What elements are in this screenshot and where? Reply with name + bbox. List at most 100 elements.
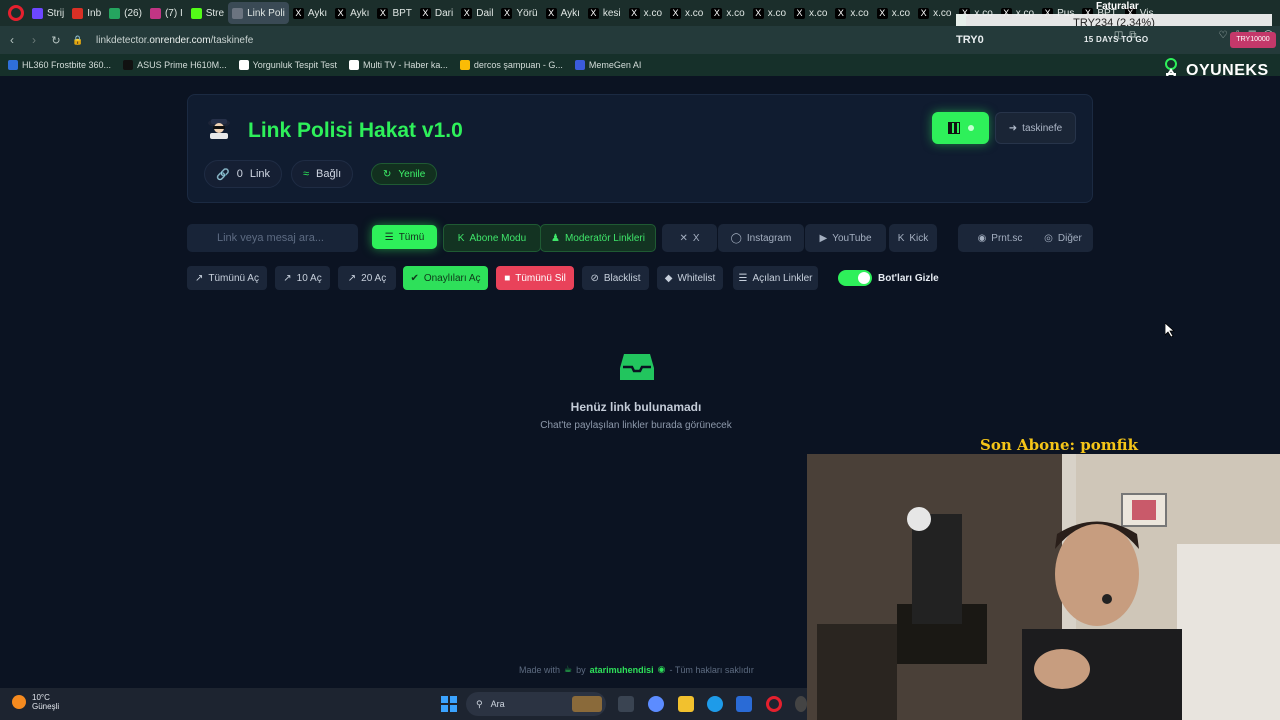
qr-icon	[947, 122, 960, 134]
tab-favicon-icon	[190, 7, 202, 19]
filter-button[interactable]: ✕ X	[662, 224, 717, 252]
filter-label: Abone Modu	[469, 232, 527, 244]
opera-logo-icon[interactable]	[8, 5, 24, 21]
reload-icon[interactable]: ↻	[46, 30, 66, 50]
search-icon: ⚲	[476, 698, 483, 709]
browser-tab[interactable]: X Aykı	[289, 2, 331, 24]
tab-favicon-icon	[32, 7, 43, 19]
back-icon[interactable]: ‹	[2, 30, 22, 50]
tab-label: Aykı	[307, 7, 328, 19]
bookmark-item[interactable]: dercos şampuan - G...	[459, 60, 563, 70]
external-link-icon: ↗	[195, 272, 204, 284]
action-button[interactable]: ↗ 10 Aç	[275, 266, 330, 290]
action-button[interactable]: ↗ Tümünü Aç	[187, 266, 267, 290]
action-button[interactable]: ◆ Whitelist	[657, 266, 723, 290]
browser-tab[interactable]: (26)	[105, 2, 146, 24]
filter-button[interactable]: K Kick	[889, 224, 937, 252]
browser-tab[interactable]: Inb	[68, 2, 105, 24]
weather-desc: Güneşli	[32, 702, 60, 711]
connection-status: Bağlı	[316, 168, 342, 180]
search-input[interactable]: Link veya mesaj ara...	[187, 224, 358, 252]
tab-label: x.co	[643, 7, 663, 19]
browser-tab[interactable]: Xx.co	[749, 2, 790, 24]
weather-widget[interactable]: 10°C Güneşli	[12, 693, 59, 711]
overlay-try-left: TRY0	[956, 34, 984, 46]
filter-button[interactable]: K Abone Modu	[443, 224, 541, 252]
logout-button[interactable]: ➜ taskinefe	[995, 112, 1076, 144]
bookmark-item[interactable]: ASUS Prime H610M...	[123, 60, 227, 70]
browser-tab[interactable]: Xx.co	[914, 2, 955, 24]
browser-tab[interactable]: X Yörü	[497, 2, 541, 24]
browser-tab[interactable]: Stre	[187, 2, 228, 24]
action-button[interactable]: ■ Tümünü Sil	[496, 266, 574, 290]
tab-favicon-icon: X	[918, 7, 930, 19]
browser-tab[interactable]: X Dari	[416, 2, 457, 24]
bookmark-item[interactable]: Multi TV - Haber ka...	[349, 60, 448, 70]
inbox-icon	[620, 354, 654, 380]
filter-button[interactable]: ◎ Diğer	[1033, 224, 1093, 252]
browser-tab[interactable]: X Dail	[457, 2, 497, 24]
edge-icon[interactable]	[707, 696, 723, 712]
tab-label: kesi	[602, 7, 621, 19]
hide-bots-toggle[interactable]	[838, 270, 872, 286]
qr-status-button[interactable]	[932, 112, 989, 144]
copilot-icon[interactable]	[648, 696, 664, 712]
browser-tab[interactable]: Xx.co	[707, 2, 748, 24]
browser-tab[interactable]: Xx.co	[625, 2, 666, 24]
filter-button[interactable]: ◯ Instagram	[718, 224, 804, 252]
tab-label: Yörü	[516, 7, 538, 19]
tab-favicon-icon: X	[876, 7, 888, 19]
browser-tab[interactable]: Xx.co	[666, 2, 707, 24]
tab-label: Inb	[87, 7, 102, 19]
bookmark-item[interactable]: HL360 Frostbite 360...	[8, 60, 111, 70]
tab-favicon-icon: X	[794, 7, 806, 19]
action-label: Tümünü Aç	[208, 272, 259, 284]
browser-tab[interactable]: Xkesi	[584, 2, 625, 24]
browser-tab[interactable]: X BPT	[373, 2, 415, 24]
filter-button[interactable]: ▶ YouTube	[805, 224, 886, 252]
browser-tab[interactable]: Link Poli	[228, 2, 289, 24]
action-label: Onaylıları Aç	[423, 272, 481, 284]
file-explorer-icon[interactable]	[678, 696, 694, 712]
obs-icon[interactable]	[795, 696, 807, 712]
browser-tab[interactable]: Xx.co	[831, 2, 872, 24]
url-field[interactable]: linkdetector.onrender.com/taskinefe	[96, 35, 253, 46]
filter-button[interactable]: ◉ Prnt.sc	[958, 224, 1042, 252]
tab-favicon-icon: X	[335, 7, 347, 19]
action-button[interactable]: ☰ Açılan Linkler	[733, 266, 818, 290]
refresh-button[interactable]: ↻ Yenile	[371, 163, 438, 185]
tab-favicon-icon: X	[628, 7, 640, 19]
footer-author[interactable]: atarimuhendisi	[590, 665, 654, 675]
taskbar-search[interactable]: ⚲ Ara	[466, 692, 606, 716]
action-button[interactable]: ⊘ Blacklist	[582, 266, 649, 290]
bookmark-icon	[8, 60, 18, 70]
filter-label: Kick	[909, 232, 929, 244]
filter-label: Diğer	[1057, 232, 1082, 244]
filter-button[interactable]: ♟ Moderatör Linkleri	[540, 224, 656, 252]
browser-tab[interactable]: X Aykı	[542, 2, 584, 24]
store-icon[interactable]	[736, 696, 752, 712]
mouse-cursor-icon	[1165, 323, 1175, 337]
bookmark-item[interactable]: MemeGen AI	[574, 60, 641, 70]
action-button[interactable]: ✔ Onaylıları Aç	[403, 266, 488, 290]
opera-taskbar-icon[interactable]	[766, 696, 782, 712]
filter-button[interactable]: ☰ Tümü	[372, 225, 437, 249]
tab-label: Aykı	[350, 7, 370, 19]
url-prefix: linkdetector.	[96, 34, 150, 46]
browser-tab[interactable]: Strij	[28, 2, 68, 24]
windows-start-icon[interactable]	[441, 696, 457, 712]
tab-favicon-icon: X	[377, 7, 389, 19]
browser-tab[interactable]: Xx.co	[873, 2, 914, 24]
browser-tab[interactable]: (7) I	[146, 2, 187, 24]
browser-tab[interactable]: X Aykı	[331, 2, 373, 24]
refresh-label: Yenile	[398, 168, 426, 180]
tab-label: x.co	[891, 7, 911, 19]
task-view-icon[interactable]	[618, 696, 634, 712]
browser-tab[interactable]: Xx.co	[790, 2, 831, 24]
tab-label: x.co	[767, 7, 787, 19]
filter-label: Tümü	[398, 231, 425, 243]
heart-icon[interactable]: ♡	[1218, 30, 1227, 41]
bookmark-item[interactable]: Yorgunluk Tespit Test	[238, 60, 337, 70]
forward-icon[interactable]: ›	[24, 30, 44, 50]
action-button[interactable]: ↗ 20 Aç	[338, 266, 396, 290]
